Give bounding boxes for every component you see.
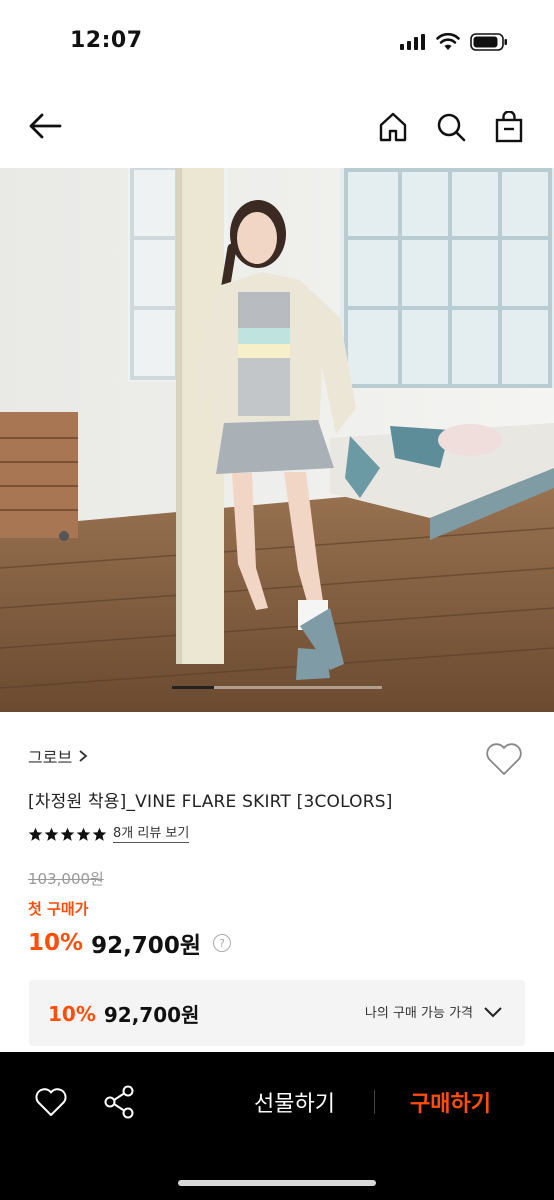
first-purchase-label: 첫 구매가 bbox=[28, 900, 89, 918]
product-image[interactable] bbox=[0, 168, 554, 712]
cart-button[interactable] bbox=[490, 108, 528, 146]
status-icons bbox=[400, 33, 508, 51]
back-button[interactable] bbox=[26, 108, 64, 144]
divider bbox=[374, 1090, 375, 1114]
chevron-right-icon bbox=[79, 750, 88, 762]
shopping-bag-icon bbox=[495, 111, 523, 143]
search-icon bbox=[437, 113, 466, 142]
brand-link[interactable]: 그로브 bbox=[28, 744, 88, 768]
share-icon bbox=[104, 1085, 134, 1119]
my-discount-rate: 10% bbox=[48, 1001, 96, 1026]
my-price-summary: 10% 92,700원 bbox=[48, 999, 199, 1028]
my-price-label: 나의 구매 가능 가격 bbox=[364, 1006, 473, 1021]
status-time: 12:07 bbox=[70, 28, 143, 53]
my-price-toggle[interactable]: 나의 구매 가능 가격 bbox=[365, 1002, 503, 1021]
wifi-icon bbox=[436, 33, 460, 50]
my-price-value: 92,700원 bbox=[103, 1003, 200, 1027]
star-icon bbox=[92, 827, 107, 841]
star-icon bbox=[28, 827, 43, 841]
info-icon[interactable]: ? bbox=[212, 934, 231, 952]
star-icon bbox=[76, 827, 91, 841]
sale-price: 92,700원 bbox=[91, 933, 201, 959]
discount-rate: 10% bbox=[28, 930, 84, 956]
search-button[interactable] bbox=[432, 108, 470, 146]
brand-name: 그로브 bbox=[28, 748, 73, 767]
bottom-wishlist-button[interactable] bbox=[34, 1086, 68, 1118]
star-icon bbox=[60, 827, 75, 841]
image-pagination bbox=[172, 686, 382, 689]
review-link[interactable]: 8개 리뷰 보기 bbox=[113, 826, 190, 843]
wishlist-button[interactable] bbox=[484, 740, 524, 778]
star-icon bbox=[44, 827, 59, 841]
home-indicator bbox=[178, 1180, 376, 1186]
nav-actions bbox=[374, 108, 528, 146]
nav-bar bbox=[0, 100, 554, 152]
home-icon bbox=[379, 112, 407, 142]
my-price-box[interactable]: 10% 92,700원 나의 구매 가능 가격 bbox=[29, 980, 525, 1046]
battery-icon bbox=[470, 33, 507, 51]
rating-stars bbox=[28, 827, 107, 842]
status-bar: 12:07 bbox=[0, 0, 554, 86]
buy-button[interactable]: 구매하기 bbox=[410, 1086, 491, 1118]
price-row: 10% 92,700원 ? bbox=[28, 926, 231, 960]
signal-icon bbox=[400, 34, 425, 50]
original-price: 103,000원 bbox=[28, 870, 104, 888]
bottom-action-bar: 선물하기 구매하기 bbox=[0, 1052, 554, 1200]
chevron-down-icon bbox=[484, 1006, 502, 1017]
home-button[interactable] bbox=[374, 108, 412, 146]
gift-button[interactable]: 선물하기 bbox=[254, 1086, 335, 1118]
share-button[interactable] bbox=[102, 1084, 136, 1120]
image-pagination-fill bbox=[172, 686, 214, 689]
product-title: [차정원 착용]_VINE FLARE SKIRT [3COLORS] bbox=[28, 792, 393, 812]
heart-icon bbox=[486, 743, 522, 775]
product-photo bbox=[0, 168, 554, 712]
heart-icon bbox=[35, 1088, 67, 1116]
rating-row: 8개 리뷰 보기 bbox=[28, 826, 190, 843]
back-arrow-icon bbox=[29, 113, 62, 139]
